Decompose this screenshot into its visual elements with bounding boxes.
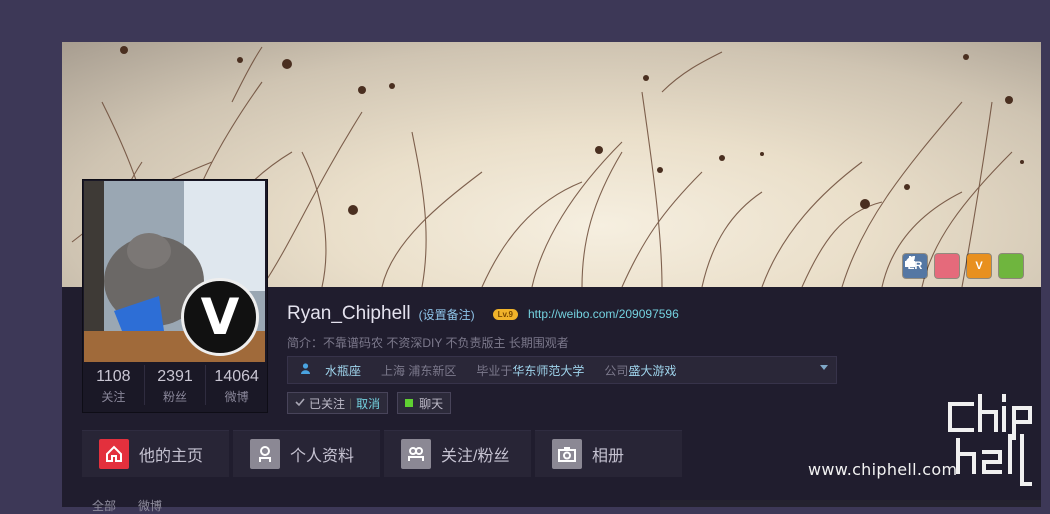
stat-number: 1108 — [96, 368, 131, 385]
stat-posts[interactable]: 14064 微博 — [206, 365, 267, 405]
person-icon — [300, 363, 311, 377]
company-prefix: 公司 — [604, 363, 629, 378]
subtab-all[interactable]: 全部 — [92, 497, 116, 514]
tab-home[interactable]: 他的主页 — [82, 430, 229, 477]
chevron-down-icon[interactable] — [820, 365, 828, 370]
chat-label: 聊天 — [419, 396, 444, 411]
tab-label: 他的主页 — [139, 448, 204, 465]
leaf-icon — [905, 256, 915, 266]
camera-icon — [552, 439, 582, 469]
right-column-top — [660, 500, 1041, 507]
online-dot-icon — [405, 399, 414, 407]
unfollow-link[interactable]: 取消 — [356, 395, 380, 412]
subtab-weibo[interactable]: 微博 — [138, 497, 162, 514]
tab-label: 关注/粉丝 — [441, 448, 510, 465]
check-icon — [295, 396, 305, 410]
stat-number: 14064 — [214, 368, 259, 385]
level-badge: Lv.9 — [492, 308, 518, 320]
followed-label: 已关注 — [309, 396, 346, 411]
badge-row: LR V — [903, 254, 1023, 278]
tab-label: 个人资料 — [290, 448, 355, 465]
tab-album[interactable]: 相册 — [535, 430, 682, 477]
stat-label: 粉丝 — [163, 390, 188, 404]
set-remark-link[interactable]: (设置备注) — [419, 306, 475, 323]
stat-label: 关注 — [101, 390, 126, 404]
profile-tabs: 他的主页 个人资料 关注/粉丝 相册 — [82, 430, 682, 477]
stat-number: 2391 — [157, 368, 193, 385]
company-link[interactable]: 盛大游戏 — [628, 362, 676, 379]
profile-name-row: Ryan_Chiphell (设置备注) Lv.9 http://weibo.c… — [287, 300, 679, 328]
user-name: Ryan_Chiphell — [287, 303, 411, 324]
watermark-site-text: www.chiphell.com — [808, 460, 958, 479]
location-text: 上海 浦东新区 — [381, 363, 457, 378]
info-bar: 水瓶座 上海 浦东新区 毕业于 华东师范大学 公司 盛大游戏 — [287, 356, 837, 384]
tab-profile-info[interactable]: 个人资料 — [233, 430, 380, 477]
people-icon — [401, 439, 431, 469]
school-link[interactable]: 华东师范大学 — [512, 362, 584, 379]
stat-label: 微博 — [224, 390, 249, 404]
chiphell-watermark-logo — [948, 394, 1032, 486]
avatar[interactable]: V — [84, 181, 265, 362]
stat-following[interactable]: 1108 关注 — [83, 365, 145, 405]
stat-followers[interactable]: 2391 粉丝 — [145, 365, 207, 405]
profile-url-link[interactable]: http://weibo.com/209097596 — [528, 307, 679, 321]
tab-following-followers[interactable]: 关注/粉丝 — [384, 430, 531, 477]
cake-badge[interactable] — [905, 254, 959, 278]
edu-prefix: 毕业于 — [476, 363, 513, 378]
chat-button[interactable]: 聊天 — [397, 392, 452, 414]
person-icon — [250, 439, 280, 469]
avatar-card: V 1108 关注 2391 粉丝 14064 微博 — [82, 179, 268, 413]
zodiac-text[interactable]: 水瓶座 — [325, 362, 361, 379]
stats-row: 1108 关注 2391 粉丝 14064 微博 — [83, 365, 267, 405]
action-buttons: 已关注 | 取消 聊天 — [287, 392, 452, 414]
user-bio: 简介：不靠谱码农 不资深DIY 不负责版主 长期围观者 — [287, 336, 569, 350]
green-badge[interactable] — [905, 254, 1023, 278]
feed-filter-tabs: 全部 微博 — [92, 497, 162, 514]
home-icon — [99, 439, 129, 469]
followed-button[interactable]: 已关注 | 取消 — [287, 392, 389, 414]
tab-label: 相册 — [592, 448, 625, 465]
v-badge[interactable]: V — [967, 254, 991, 278]
v-verified-icon: V — [181, 278, 259, 356]
separator: | — [349, 396, 353, 410]
